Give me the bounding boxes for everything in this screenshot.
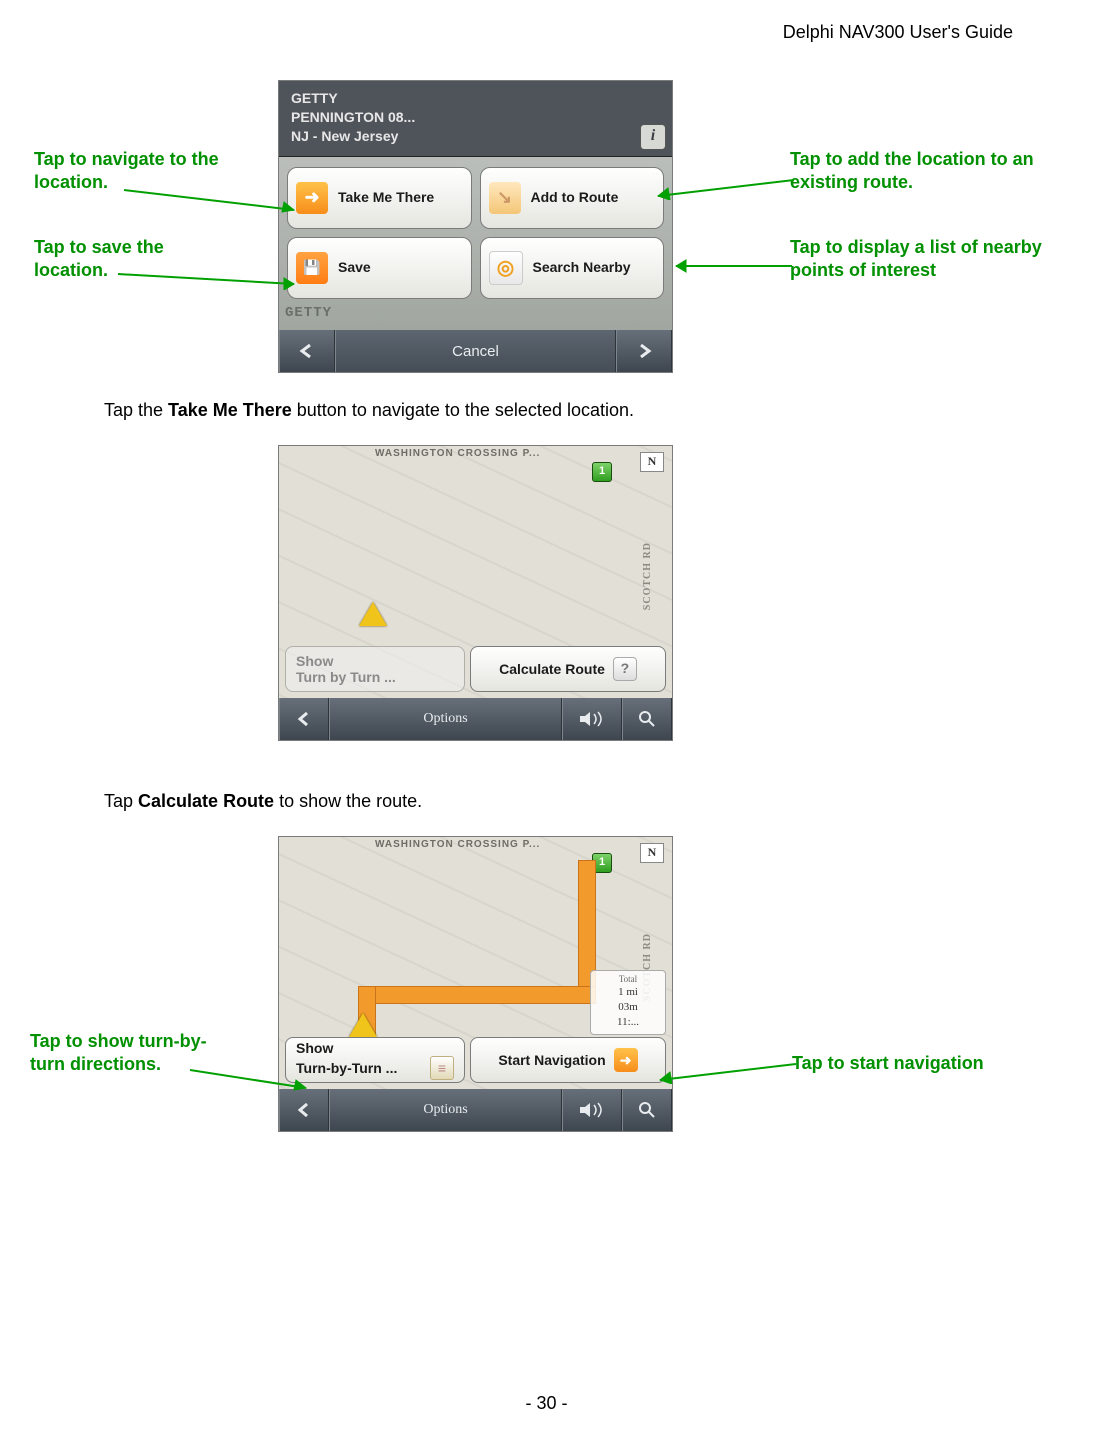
cancel-button[interactable]: Cancel — [335, 330, 616, 372]
screenshot-start-navigation: WASHINGTON CROSSING P... N 1 SCOTCH RD T… — [278, 836, 673, 1132]
waypoint-marker-1: 1 — [592, 462, 612, 482]
show-turn-by-turn-button-disabled: Show Turn by Turn ... — [285, 646, 465, 692]
options-button[interactable]: Options — [329, 698, 562, 740]
road-label: SCOTCH RD — [642, 542, 653, 610]
start-navigation-label: Start Navigation — [498, 1052, 605, 1068]
target-icon — [489, 251, 523, 285]
options-bar: Options — [279, 698, 672, 740]
screenshot-calculate-route: WASHINGTON CROSSING P... N 1 SCOTCH RD S… — [278, 445, 673, 741]
total-time: 03m — [593, 1000, 663, 1015]
map-background: WASHINGTON CROSSING P... N 1 SCOTCH RD S… — [279, 446, 672, 740]
screenshot-poi-menu: GETTY PENNINGTON 08... NJ - New Jersey i… — [278, 80, 673, 373]
save-button[interactable]: Save — [287, 237, 472, 299]
speaker-icon — [578, 1102, 606, 1118]
compass-button[interactable]: N — [640, 843, 664, 863]
page-header-title: Delphi NAV300 User's Guide — [783, 22, 1013, 43]
callout-add-route: Tap to add the location to an existing r… — [790, 148, 1050, 193]
calculate-route-button[interactable]: Calculate Route ? — [470, 646, 666, 692]
add-to-route-button[interactable]: Add to Route — [480, 167, 665, 229]
poi-address-line1: PENNINGTON 08... — [291, 108, 632, 127]
zoom-button[interactable] — [622, 1089, 672, 1131]
back-button[interactable] — [279, 698, 329, 740]
magnifier-icon — [638, 710, 656, 728]
route-segment — [367, 987, 595, 1003]
search-nearby-button[interactable]: Search Nearby — [480, 237, 665, 299]
magnifier-icon — [638, 1101, 656, 1119]
route-add-icon — [489, 182, 521, 214]
current-position-icon — [359, 602, 387, 626]
options-bar: Options — [279, 1089, 672, 1131]
total-distance: 1 mi — [593, 985, 663, 1000]
back-button[interactable] — [279, 1089, 329, 1131]
waypoint-marker-1: 1 — [592, 853, 612, 873]
arrow-icon — [124, 186, 308, 216]
chevron-right-icon — [635, 344, 653, 358]
back-button[interactable] — [279, 330, 335, 372]
poi-name: GETTY — [291, 89, 632, 108]
question-icon: ? — [613, 657, 637, 681]
bottom-bar: Cancel — [279, 330, 672, 372]
take-me-there-label: Take Me There — [338, 189, 434, 206]
calculate-route-label: Calculate Route — [499, 661, 605, 677]
callout-search-nearby: Tap to display a list of nearby points o… — [790, 236, 1050, 281]
chevron-left-icon — [298, 344, 316, 358]
arrow-icon — [662, 258, 792, 274]
start-navigation-button[interactable]: Start Navigation ➜ — [470, 1037, 666, 1083]
page-number: - 30 - — [0, 1393, 1093, 1414]
total-eta: 11:... — [593, 1015, 663, 1030]
options-button[interactable]: Options — [329, 1089, 562, 1131]
add-to-route-label: Add to Route — [531, 189, 619, 206]
speaker-icon — [578, 711, 606, 727]
list-icon — [430, 1056, 454, 1080]
arrow-right-icon: ➜ — [614, 1048, 638, 1072]
total-label: Total — [593, 973, 663, 985]
map-street-label: WASHINGTON CROSSING P... — [375, 448, 540, 459]
map-background: WASHINGTON CROSSING P... N 1 SCOTCH RD T… — [279, 837, 672, 1131]
take-me-there-button[interactable]: Take Me There — [287, 167, 472, 229]
chevron-left-icon — [296, 712, 312, 726]
arrow-icon — [190, 1066, 320, 1092]
arrow-icon — [644, 176, 794, 200]
volume-button[interactable] — [562, 698, 622, 740]
search-nearby-label: Search Nearby — [533, 259, 631, 276]
instruction-text-2: Tap Calculate Route to show the route. — [104, 790, 422, 813]
save-label: Save — [338, 259, 371, 276]
current-position-icon — [349, 1013, 377, 1037]
route-total-box: Total 1 mi 03m 11:... — [590, 970, 666, 1035]
map-street-label: WASHINGTON CROSSING P... — [375, 839, 540, 850]
volume-button[interactable] — [562, 1089, 622, 1131]
background-poi-text: GETTY — [285, 305, 332, 321]
instruction-text-1: Tap the Take Me There button to navigate… — [104, 399, 634, 422]
forward-button[interactable] — [616, 330, 672, 372]
chevron-left-icon — [296, 1103, 312, 1117]
poi-info-header: GETTY PENNINGTON 08... NJ - New Jersey i — [279, 81, 672, 157]
poi-address-line2: NJ - New Jersey — [291, 127, 632, 146]
compass-button[interactable]: N — [640, 452, 664, 472]
zoom-button[interactable] — [622, 698, 672, 740]
callout-start-nav: Tap to start navigation — [792, 1052, 1052, 1075]
info-icon[interactable]: i — [640, 124, 666, 150]
arrow-icon — [646, 1060, 796, 1084]
arrow-icon — [118, 270, 308, 290]
